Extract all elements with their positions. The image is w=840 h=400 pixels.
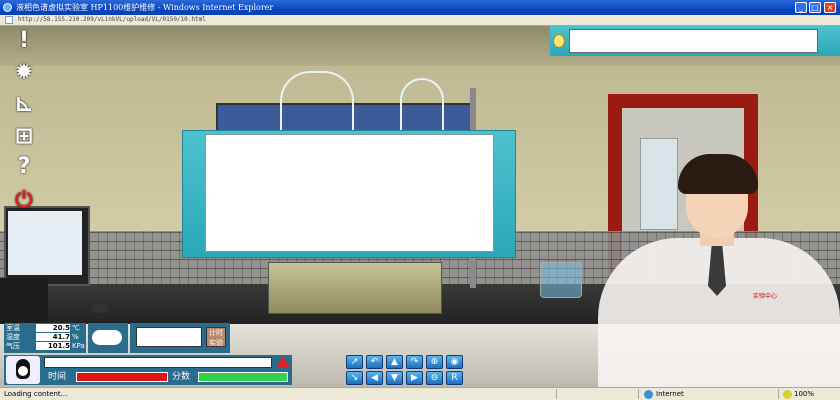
score-bar — [198, 372, 288, 382]
globe-icon — [644, 390, 653, 399]
view-controls: ↗ ↶ ▲ ↷ ⊕ ◉ ↘ ◀ ▼ ▶ ⊖ R — [344, 354, 472, 386]
env-unit: ℃ — [72, 324, 80, 332]
env-label: 气压 — [6, 342, 20, 350]
dialog-content — [205, 134, 494, 252]
eye-icon[interactable]: ◉ — [446, 355, 463, 369]
computer-mouse — [92, 304, 108, 313]
message-dialog — [182, 130, 516, 258]
status-divider — [638, 389, 639, 399]
env-unit: KPa — [72, 342, 85, 350]
power-icon[interactable]: ⏻ — [9, 188, 39, 214]
env-label: 室温 — [6, 324, 20, 332]
time-bar — [76, 372, 168, 382]
ie-icon — [3, 3, 12, 12]
zoom-icon[interactable] — [783, 390, 792, 399]
status-bar: Loading content... Internet 100% — [0, 387, 840, 400]
cloud-icon — [92, 330, 122, 345]
hplc-instrument[interactable] — [268, 262, 442, 314]
status-text: Loading content... — [4, 390, 68, 398]
right-arrow-icon[interactable]: ▶ — [406, 371, 423, 385]
hint-box — [569, 29, 818, 53]
lab-scene: 实验中心 ! ✹ ⊾ ⊞ ? ⏻ 室温 20.5 ℃ 湿度 41.7 % 气压 … — [0, 26, 840, 387]
rotate-right-icon[interactable]: ↷ — [406, 355, 423, 369]
minimize-button[interactable]: _ — [795, 2, 807, 13]
score-label: 分数 — [172, 372, 191, 382]
reset-icon[interactable]: R — [446, 371, 463, 385]
status-panel: 时间 分数 — [4, 355, 292, 385]
chart-icon[interactable]: ⊾ — [9, 92, 39, 118]
qq-penguin-icon[interactable] — [6, 356, 40, 384]
env-label: 湿度 — [6, 333, 20, 341]
environment-panel: 室温 20.5 ℃ 湿度 41.7 % 气压 101.5 KPa — [4, 323, 86, 353]
hint-bar — [550, 26, 840, 56]
address-bar[interactable]: http://58.155.210.209/vLinkVL/upload/VL/… — [0, 15, 840, 26]
close-button[interactable]: × — [824, 2, 836, 13]
help-icon[interactable]: ? — [9, 154, 39, 180]
status-divider — [556, 389, 557, 399]
maximize-button[interactable]: □ — [809, 2, 821, 13]
window-title: 液相色谱虚拟实验室 HP1100维护维修 - Windows Internet … — [16, 3, 274, 12]
env-value: 101.5 — [36, 342, 70, 350]
left-arrow-icon[interactable]: ◀ — [366, 371, 383, 385]
env-unit: % — [72, 333, 79, 341]
zone-text: Internet — [656, 390, 684, 398]
turn-up-left-icon[interactable]: ↗ — [346, 355, 363, 369]
timer-panel: 计时实验 — [130, 323, 230, 353]
zoom-out-icon[interactable]: ⊖ — [426, 371, 443, 385]
down-arrow-icon[interactable]: ▼ — [386, 371, 403, 385]
beaker[interactable] — [540, 262, 582, 298]
url-text: http://58.155.210.209/vLinkVL/upload/VL/… — [18, 16, 206, 23]
status-divider — [778, 389, 779, 399]
title-bar: 液相色谱虚拟实验室 HP1100维护维修 - Windows Internet … — [0, 0, 840, 15]
coat-badge: 实验中心 — [752, 293, 777, 300]
grid-icon[interactable]: ⊞ — [9, 124, 39, 150]
timed-experiment-button[interactable]: 计时实验 — [206, 327, 226, 347]
lightbulb-icon[interactable] — [553, 34, 565, 48]
time-label: 时间 — [48, 372, 67, 382]
weather-panel — [88, 323, 128, 353]
turn-down-left-icon[interactable]: ↘ — [346, 371, 363, 385]
page-icon — [5, 16, 13, 24]
zoom-in-icon[interactable]: ⊕ — [426, 355, 443, 369]
message-field — [44, 357, 272, 368]
computer-tower — [0, 278, 48, 324]
zoom-level[interactable]: 100% — [794, 390, 814, 398]
door-window — [640, 138, 678, 230]
gear-icon[interactable]: ✹ — [9, 60, 39, 86]
rotate-left-icon[interactable]: ↶ — [366, 355, 383, 369]
env-value: 41.7 — [36, 333, 70, 341]
timer-display — [136, 327, 202, 347]
exclamation-icon[interactable]: ! — [9, 28, 39, 54]
warning-icon[interactable] — [276, 356, 290, 368]
env-value: 20.5 — [36, 324, 70, 332]
up-arrow-icon[interactable]: ▲ — [386, 355, 403, 369]
monitor-screen — [8, 211, 82, 275]
